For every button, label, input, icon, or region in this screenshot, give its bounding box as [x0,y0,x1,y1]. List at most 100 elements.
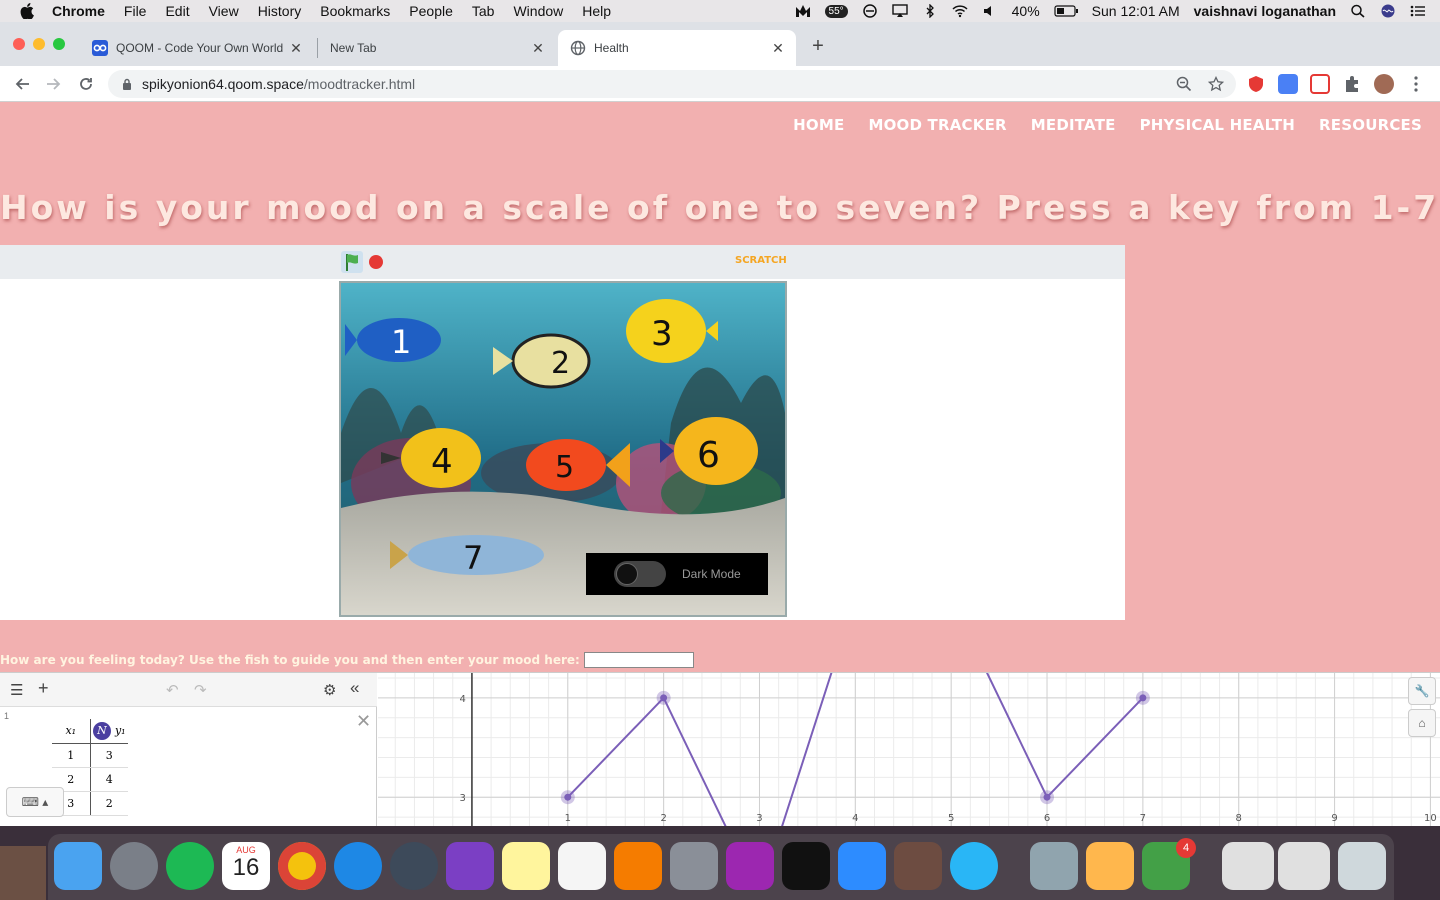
hamburger-menu-icon[interactable]: ☰ [10,681,23,699]
series-color-icon[interactable]: N [92,721,111,740]
shield-extension-icon[interactable] [1246,74,1266,94]
system-preferences-icon[interactable] [670,842,718,890]
reload-icon[interactable] [74,72,98,96]
add-item-plus-icon[interactable]: + [38,678,49,699]
imovie-icon[interactable] [446,842,494,890]
menu-bookmarks[interactable]: Bookmarks [320,3,390,19]
table-row[interactable]: 13 [52,743,128,768]
notification-center-icon[interactable] [1410,4,1426,18]
x-tick-label: 1 [565,813,571,824]
battery-icon[interactable] [1054,4,1078,18]
more-menu-icon[interactable] [1404,72,1428,96]
wifi-icon[interactable] [952,4,968,18]
trash-icon[interactable] [1338,842,1386,890]
keyboard-toggle-button[interactable]: ⌨ ▴ [6,787,64,817]
airplay-icon[interactable] [891,4,908,18]
table-header-x[interactable]: x₁ [52,719,91,744]
scratch-stage[interactable]: 1 2 3 4 5 6 7 Dark Mode [339,281,787,617]
settings-gear-icon[interactable]: ⚙ [323,681,336,699]
profile-avatar[interactable] [1374,74,1394,94]
zoom-out-icon[interactable] [1176,76,1192,92]
dark-mode-toggle[interactable] [614,561,666,587]
tab-health[interactable]: Health ✕ [558,30,796,66]
preview-icon[interactable] [1030,842,1078,890]
malwarebytes-icon[interactable] [795,4,811,18]
chrome-icon[interactable] [278,842,326,890]
scratch-logo[interactable]: SCRATCH [735,255,787,266]
tab-close-icon[interactable]: ✕ [770,40,786,56]
upload-extension-icon[interactable] [1310,74,1330,94]
safari-icon[interactable] [334,842,382,890]
graph-paper[interactable]: 1 2 3 4 5 6 7 8 9 10 3 4 🔧 ⌂ [378,597,1440,826]
menu-file[interactable]: File [124,3,147,19]
weather-temperature[interactable]: 55° [824,4,848,18]
finder-icon[interactable] [54,842,102,890]
pages-icon[interactable] [1086,842,1134,890]
delete-expression-icon[interactable]: ✕ [356,711,371,732]
spotlight-search-icon[interactable] [1350,4,1366,18]
nav-physical-health[interactable]: PHYSICAL HEALTH [1140,116,1295,134]
forward-arrow-icon[interactable] [42,72,66,96]
mood-input[interactable] [583,652,694,668]
clock[interactable]: Sun 12:01 AM [1092,3,1180,19]
menu-help[interactable]: Help [582,3,611,19]
menu-window[interactable]: Window [513,3,563,19]
window-zoom-button[interactable] [53,38,65,50]
bookmark-star-icon[interactable] [1208,76,1224,92]
launchpad-icon[interactable] [110,842,158,890]
recent-document-2[interactable] [1278,842,1330,890]
user-account-name[interactable]: vaishnavi loganathan [1194,3,1336,19]
tab-qoom[interactable]: QOOM - Code Your Own World ✕ [80,30,314,66]
nav-meditate[interactable]: MEDITATE [1031,116,1116,134]
tab-close-icon[interactable]: ✕ [288,40,304,56]
volume-icon[interactable] [982,4,998,18]
spotify-icon[interactable] [166,842,214,890]
books-icon[interactable] [614,842,662,890]
recent-document-1[interactable] [1222,842,1274,890]
home-icon[interactable]: ⌂ [1408,709,1436,737]
address-bar[interactable]: spikyonion64.qoom.space/moodtracker.html [108,70,1236,98]
garageband-icon[interactable] [894,842,942,890]
menu-history[interactable]: History [258,3,302,19]
do-not-disturb-icon[interactable] [862,4,878,18]
x-tick-label: 4 [852,813,858,824]
translate-extension-icon[interactable] [1278,74,1298,94]
menu-view[interactable]: View [209,3,239,19]
green-flag-icon[interactable] [341,251,363,273]
window-minimize-button[interactable] [33,38,45,50]
stop-sign-icon[interactable] [369,255,383,269]
collapse-list-icon[interactable]: « [350,678,359,698]
bluetooth-icon[interactable] [922,4,938,18]
window-close-button[interactable] [13,38,25,50]
nav-resources[interactable]: RESOURCES [1319,116,1422,134]
zoom-icon[interactable] [838,842,886,890]
table-row[interactable]: 24 [52,767,128,792]
menu-app-chrome[interactable]: Chrome [52,3,105,19]
table-header-y[interactable]: Ny₁ [90,719,128,744]
undo-icon[interactable]: ↶ [166,681,179,699]
quicktime-icon[interactable] [390,842,438,890]
menu-edit[interactable]: Edit [165,3,189,19]
messages-icon[interactable] [950,842,998,890]
siri-icon[interactable] [1380,4,1396,18]
lock-icon[interactable] [122,78,132,90]
calendar-icon[interactable]: AUG 16 [222,842,270,890]
battery-percent[interactable]: 40% [1012,3,1040,19]
apple-menu-icon[interactable] [20,3,34,19]
podcasts-icon[interactable] [726,842,774,890]
notes-icon[interactable] [502,842,550,890]
tab-close-icon[interactable]: ✕ [530,40,546,56]
nav-mood-tracker[interactable]: MOOD TRACKER [868,116,1006,134]
tab-new-tab[interactable]: New Tab ✕ [318,30,556,66]
y-tick-label: 3 [460,793,466,804]
puzzle-extensions-icon[interactable] [1342,74,1362,94]
menu-tab[interactable]: Tab [472,3,495,19]
textedit-icon[interactable] [558,842,606,890]
menu-people[interactable]: People [409,3,453,19]
apple-tv-icon[interactable] [782,842,830,890]
wrench-icon[interactable]: 🔧 [1408,677,1436,705]
nav-home[interactable]: HOME [793,116,844,134]
redo-icon[interactable]: ↷ [194,681,207,699]
back-arrow-icon[interactable] [10,72,34,96]
new-tab-plus-icon[interactable]: + [808,36,828,56]
